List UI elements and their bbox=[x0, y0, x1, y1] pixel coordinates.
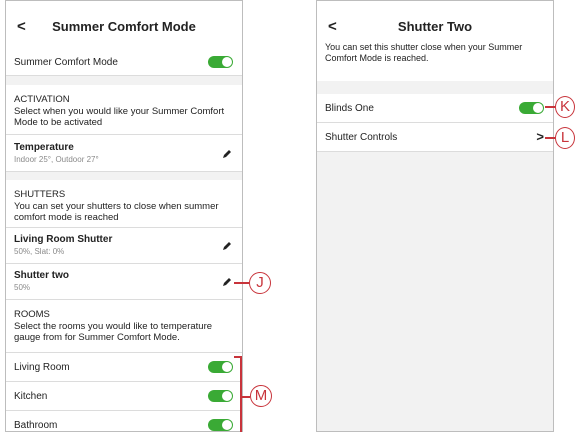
room-row-bathroom[interactable]: Bathroom bbox=[6, 411, 242, 431]
header: < Shutter Two You can set this shutter c… bbox=[317, 1, 553, 81]
shutter-controls-label: Shutter Controls bbox=[325, 132, 398, 143]
shutter-sub: 50%, Slat: 0% bbox=[14, 247, 65, 256]
activation-description: Select when you would like your Summer C… bbox=[14, 106, 225, 128]
activation-heading: ACTIVATION bbox=[14, 94, 70, 105]
room-label: Living Room bbox=[14, 362, 70, 373]
callout-k-leader bbox=[545, 106, 555, 108]
blinds-one-row[interactable]: Blinds One bbox=[317, 94, 553, 123]
header: < Summer Comfort Mode bbox=[6, 1, 242, 49]
callout-k: K bbox=[555, 96, 575, 118]
rooms-description: Select the rooms you would like to tempe… bbox=[14, 321, 213, 343]
shutter-title: Living Room Shutter bbox=[14, 234, 113, 245]
rooms-heading: ROOMS bbox=[14, 309, 50, 320]
shutter-sub: 50% bbox=[14, 283, 31, 292]
shutters-heading: SHUTTERS bbox=[14, 189, 66, 200]
callout-m-leader bbox=[240, 396, 250, 398]
blinds-one-label: Blinds One bbox=[325, 103, 374, 114]
room-label: Bathroom bbox=[14, 420, 58, 431]
temperature-values: Indoor 25°, Outdoor 27° bbox=[14, 155, 99, 164]
room-toggle[interactable] bbox=[208, 419, 233, 431]
pencil-icon[interactable] bbox=[222, 241, 232, 251]
shutter-title: Shutter two bbox=[14, 270, 69, 281]
callout-m-bracket bbox=[240, 356, 242, 432]
room-row-kitchen[interactable]: Kitchen bbox=[6, 382, 242, 411]
blinds-one-toggle[interactable] bbox=[519, 102, 544, 114]
callout-m: M bbox=[250, 385, 272, 407]
temperature-row[interactable]: Temperature Indoor 25°, Outdoor 27° bbox=[6, 135, 242, 172]
room-toggle[interactable] bbox=[208, 390, 233, 402]
summer-comfort-mode-label: Summer Comfort Mode bbox=[14, 57, 118, 68]
pencil-icon[interactable] bbox=[222, 149, 232, 159]
shutter-row-shutter-two[interactable]: Shutter two 50% bbox=[6, 264, 242, 300]
room-toggle[interactable] bbox=[208, 361, 233, 373]
shutter-two-screen: < Shutter Two You can set this shutter c… bbox=[316, 0, 554, 432]
pencil-icon[interactable] bbox=[222, 277, 232, 287]
callout-j: J bbox=[249, 272, 271, 294]
summer-comfort-mode-toggle[interactable] bbox=[208, 56, 233, 68]
shutter-row-living-room[interactable]: Living Room Shutter 50%, Slat: 0% bbox=[6, 228, 242, 264]
chevron-right-icon[interactable]: > bbox=[536, 129, 544, 144]
summer-comfort-mode-row[interactable]: Summer Comfort Mode bbox=[6, 49, 242, 76]
page-title: Summer Comfort Mode bbox=[52, 19, 196, 34]
page-title: Shutter Two bbox=[397, 19, 473, 34]
temperature-title: Temperature bbox=[14, 142, 74, 153]
callout-l: L bbox=[555, 127, 575, 149]
callout-l-leader bbox=[545, 137, 555, 139]
room-label: Kitchen bbox=[14, 391, 48, 402]
room-row-living-room[interactable]: Living Room bbox=[6, 353, 242, 382]
activation-section: ACTIVATION Select when you would like yo… bbox=[6, 85, 242, 135]
shutter-controls-row[interactable]: Shutter Controls > bbox=[317, 123, 553, 152]
shutters-description: You can set your shutters to close when … bbox=[14, 201, 219, 223]
rooms-section: ROOMS Select the rooms you would like to… bbox=[6, 300, 242, 353]
shutters-section: SHUTTERS You can set your shutters to cl… bbox=[6, 180, 242, 228]
callout-j-leader bbox=[234, 282, 249, 284]
summer-comfort-mode-screen: < Summer Comfort Mode Summer Comfort Mod… bbox=[5, 0, 243, 432]
shutter-description: You can set this shutter close when your… bbox=[325, 42, 523, 63]
